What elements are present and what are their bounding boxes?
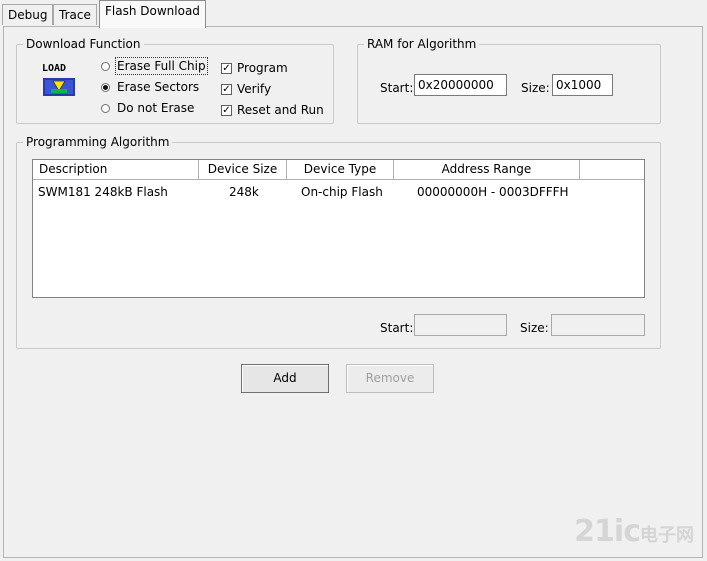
- add-button[interactable]: Add: [241, 364, 329, 393]
- tab-debug[interactable]: Debug: [2, 4, 54, 25]
- row-address-range: 00000000H - 0003DFFFH: [417, 185, 569, 199]
- radio-erase-full-chip[interactable]: [101, 62, 110, 71]
- verify-label[interactable]: Verify: [237, 81, 271, 97]
- program-label[interactable]: Program: [237, 60, 288, 76]
- tab-strip: Debug Trace Flash Download: [0, 0, 707, 28]
- load-icon: LOAD: [41, 63, 77, 99]
- row-description: SWM181 248kB Flash: [38, 185, 168, 199]
- ram-start-input[interactable]: 0x20000000: [414, 74, 507, 96]
- checkbox-program[interactable]: ✓: [221, 63, 232, 74]
- reset-and-run-label[interactable]: Reset and Run: [237, 102, 324, 118]
- do-not-erase-label[interactable]: Do not Erase: [117, 100, 194, 116]
- column-header-description[interactable]: Description: [33, 160, 199, 180]
- ram-size-label: Size:: [521, 81, 550, 95]
- algorithm-start-label: Start:: [380, 321, 414, 335]
- ram-for-algorithm-group: RAM for Algorithm Start: 0x20000000 Size…: [357, 36, 661, 124]
- column-header-device-type[interactable]: Device Type: [287, 160, 394, 180]
- remove-button[interactable]: Remove: [346, 364, 434, 393]
- ram-for-algorithm-title: RAM for Algorithm: [364, 36, 480, 52]
- ram-size-input[interactable]: 0x1000: [552, 74, 613, 96]
- watermark-cn: 电子网: [640, 525, 694, 546]
- erase-sectors-label[interactable]: Erase Sectors: [117, 79, 199, 95]
- load-icon-text: LOAD: [42, 63, 67, 74]
- algorithm-start-input[interactable]: [414, 314, 507, 336]
- row-device-size: 248k: [229, 185, 259, 199]
- column-header-empty: [580, 160, 644, 180]
- erase-full-chip-label[interactable]: Erase Full Chip: [115, 57, 208, 75]
- programming-algorithm-title: Programming Algorithm: [23, 134, 173, 150]
- watermark-text: 21ic: [574, 514, 641, 549]
- column-header-device-size[interactable]: Device Size: [199, 160, 287, 180]
- download-function-title: Download Function: [23, 36, 144, 52]
- algorithm-list[interactable]: Description Device Size Device Type Addr…: [32, 159, 645, 298]
- download-function-group: Download Function LOAD Erase Full Chip E…: [16, 36, 334, 124]
- algorithm-size-input[interactable]: [551, 314, 645, 336]
- row-device-type: On-chip Flash: [301, 185, 383, 199]
- column-header-address-range[interactable]: Address Range: [394, 160, 580, 180]
- checkbox-verify[interactable]: ✓: [221, 84, 232, 95]
- watermark-logo: 21ic电子网: [574, 514, 694, 549]
- checkbox-reset-and-run[interactable]: ✓: [221, 105, 232, 116]
- ram-start-label: Start:: [380, 81, 414, 95]
- flash-download-panel: Download Function LOAD Erase Full Chip E…: [3, 26, 703, 558]
- algorithm-size-label: Size:: [520, 321, 549, 335]
- radio-do-not-erase[interactable]: [101, 104, 110, 113]
- radio-erase-sectors[interactable]: [101, 83, 110, 92]
- tab-flash-download[interactable]: Flash Download: [99, 0, 206, 28]
- tab-trace[interactable]: Trace: [53, 4, 97, 25]
- programming-algorithm-group: Programming Algorithm Description Device…: [16, 134, 661, 349]
